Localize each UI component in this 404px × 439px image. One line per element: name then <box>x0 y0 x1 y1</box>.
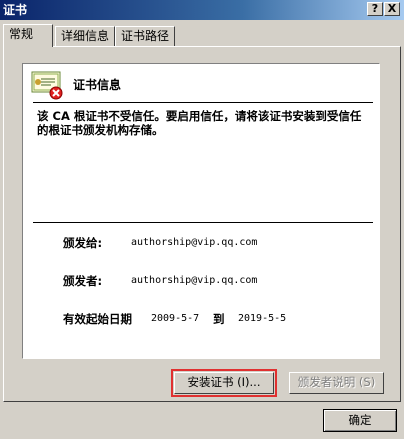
issued-by-value: authorship@vip.qq.com <box>131 275 258 286</box>
issued-by-label: 颁发者: <box>63 274 103 288</box>
certificate-info-box: 证书信息 该 CA 根证书不受信任。要启用信任，请将该证书安装到受信任的根证书颁… <box>22 63 380 359</box>
divider <box>33 222 373 223</box>
valid-to-label: 到 <box>213 312 225 326</box>
valid-from-label: 有效起始日期 <box>63 312 132 326</box>
close-button[interactable]: X <box>384 2 400 16</box>
tab-general[interactable]: 常规 <box>3 24 53 47</box>
issuer-statement-button[interactable]: 颁发者说明 (S) <box>289 372 384 394</box>
valid-from-value: 2009-5-7 <box>151 313 200 324</box>
trust-warning-text: 该 CA 根证书不受信任。要启用信任，请将该证书安装到受信任的根证书颁发机构存储… <box>37 109 362 137</box>
general-tab-panel: 证书信息 该 CA 根证书不受信任。要启用信任，请将该证书安装到受信任的根证书颁… <box>3 46 401 402</box>
certificate-error-icon <box>31 71 63 100</box>
tab-details[interactable]: 详细信息 <box>55 26 115 46</box>
info-title: 证书信息 <box>73 78 122 92</box>
title-bar: 证书 ? X <box>0 0 404 20</box>
issued-to-label: 颁发给: <box>63 236 103 250</box>
divider <box>33 102 373 103</box>
window-title: 证书 <box>3 3 28 17</box>
tab-certification-path[interactable]: 证书路径 <box>115 26 175 46</box>
ok-button[interactable]: 确定 <box>323 409 397 432</box>
help-button[interactable]: ? <box>367 2 383 16</box>
install-certificate-button[interactable]: 安装证书 (I)... <box>171 369 277 397</box>
valid-to-value: 2019-5-5 <box>238 313 287 324</box>
issued-to-value: authorship@vip.qq.com <box>131 237 258 248</box>
